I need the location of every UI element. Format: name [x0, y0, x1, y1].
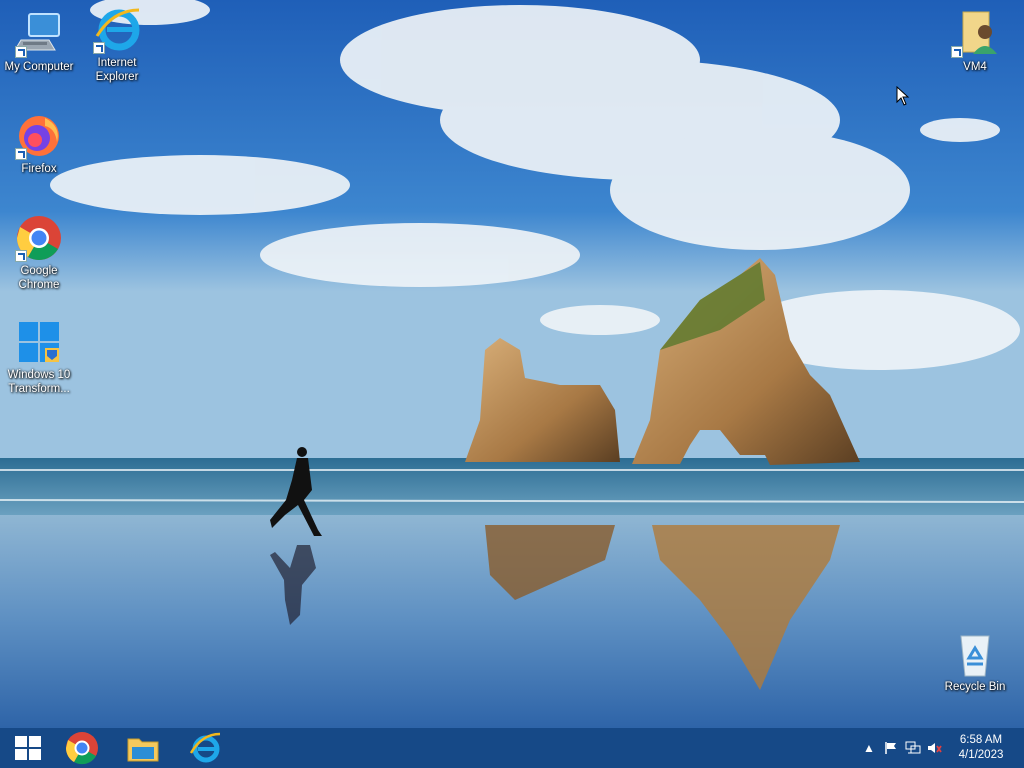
chrome-icon [15, 214, 63, 262]
windows10-transform-label: Windows 10 Transform... [7, 369, 71, 395]
recycle-bin-icon [951, 630, 999, 678]
mouse-pointer-icon [896, 85, 910, 111]
system-tray: ▲ 6:58 AM 4/1/2023 [858, 728, 1024, 768]
chrome-icon [65, 732, 98, 765]
windows-logo-icon [15, 318, 63, 366]
clock-date: 4/1/2023 [958, 749, 1004, 761]
clock-time: 6:58 AM [959, 734, 1003, 746]
google-chrome-shortcut[interactable]: Google Chrome [0, 214, 78, 292]
action-center-flag-icon[interactable] [880, 728, 902, 768]
taskbar-chrome-button[interactable] [54, 728, 110, 768]
internet-explorer-shortcut[interactable]: Internet Explorer [78, 6, 156, 84]
shortcut-arrow-icon [93, 42, 105, 54]
vm4-shortcut[interactable]: VM4 [936, 10, 1014, 74]
volume-muted-icon[interactable] [924, 728, 946, 768]
taskbar: ▲ 6:58 AM 4/1/2023 [0, 728, 1024, 768]
firefox-label: Firefox [21, 163, 57, 175]
firefox-icon [15, 112, 63, 160]
start-button[interactable] [0, 728, 56, 768]
computer-icon [14, 10, 63, 58]
recycle-bin[interactable]: Recycle Bin [936, 630, 1014, 694]
internet-explorer-icon [93, 6, 141, 54]
internet-explorer-label: Internet Explorer [95, 57, 139, 83]
shortcut-arrow-icon [15, 148, 27, 160]
taskbar-clock[interactable]: 6:58 AM 4/1/2023 [946, 733, 1016, 763]
shortcut-arrow-icon [15, 46, 27, 58]
taskbar-file-explorer-button[interactable] [115, 728, 171, 768]
internet-explorer-icon [189, 732, 221, 763]
firefox-shortcut[interactable]: Firefox [0, 112, 78, 176]
windows10-transform-shortcut[interactable]: Windows 10 Transform... [0, 318, 78, 396]
my-computer-shortcut[interactable]: My Computer [0, 10, 78, 74]
folder-icon [127, 738, 159, 762]
recycle-bin-label: Recycle Bin [944, 681, 1006, 693]
desktop-wallpaper [0, 0, 1024, 728]
taskbar-internet-explorer-button[interactable] [177, 728, 233, 768]
windows-start-icon [15, 736, 41, 760]
show-desktop-button[interactable] [1016, 728, 1024, 768]
network-icon[interactable] [902, 728, 924, 768]
user-folder-icon [951, 10, 999, 58]
google-chrome-label: Google Chrome [18, 265, 60, 291]
vm4-label: VM4 [963, 61, 987, 73]
shortcut-arrow-icon [15, 250, 27, 262]
show-hidden-icons-chevron-icon[interactable]: ▲ [858, 728, 880, 768]
my-computer-label: My Computer [4, 61, 74, 73]
shortcut-arrow-icon [951, 46, 963, 58]
